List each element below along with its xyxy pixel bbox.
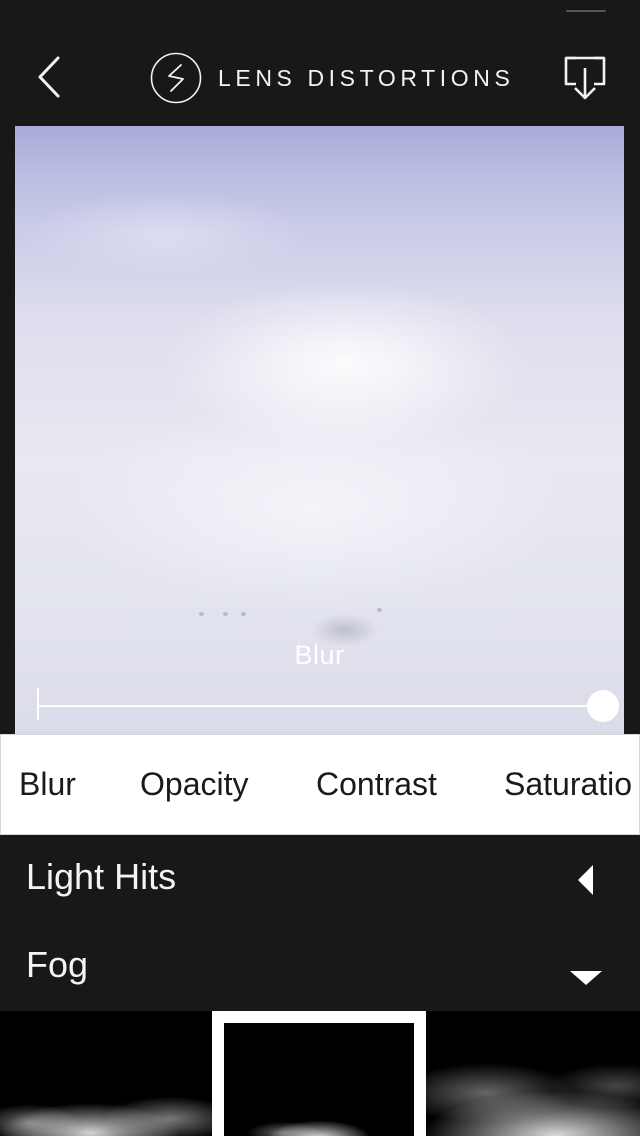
fog-speck (241, 612, 246, 616)
top-bar: LENS DISTORTIONS (0, 0, 640, 126)
fog-thumbnail-strip (0, 1011, 640, 1136)
adjustment-tab-bar: Blur Opacity Contrast Saturatio (0, 734, 640, 835)
triangle-down-icon (570, 971, 602, 985)
fog-speck (199, 612, 204, 616)
fog-thumbnail-1[interactable] (0, 1011, 212, 1136)
download-button[interactable] (562, 54, 608, 102)
app-title: LENS DISTORTIONS (218, 64, 515, 91)
category-label: Fog (26, 944, 89, 985)
tab-contrast[interactable]: Contrast (316, 735, 437, 834)
tab-saturation[interactable]: Saturatio (504, 735, 632, 834)
download-icon (564, 56, 606, 100)
editor-screen: LENS DISTORTIONS Blur Blur Opacity Contr… (0, 0, 640, 1136)
blur-slider[interactable] (37, 688, 619, 722)
category-fog[interactable]: Fog (0, 923, 640, 1011)
tab-opacity[interactable]: Opacity (140, 735, 248, 834)
slider-thumb[interactable] (587, 690, 619, 722)
category-light-hits[interactable]: Light Hits (0, 835, 640, 923)
back-button[interactable] (26, 52, 76, 102)
lens-distortions-logo (150, 52, 202, 104)
fog-thumbnail-3[interactable] (426, 1011, 640, 1136)
slider-track (39, 705, 601, 707)
fog-speck (223, 612, 228, 616)
app-brand: LENS DISTORTIONS (150, 52, 514, 104)
chevron-left-icon (38, 56, 60, 98)
triangle-left-icon (578, 865, 593, 895)
photo-preview[interactable]: Blur (15, 126, 624, 734)
tab-blur[interactable]: Blur (19, 735, 76, 834)
slider-label: Blur (294, 640, 345, 670)
fog-thumbnail-2[interactable] (212, 1011, 426, 1136)
fog-speck (377, 608, 382, 612)
slider-min-tick (37, 688, 39, 720)
category-label: Light Hits (26, 856, 177, 897)
fog-thumbnail-2-image (224, 1023, 414, 1136)
